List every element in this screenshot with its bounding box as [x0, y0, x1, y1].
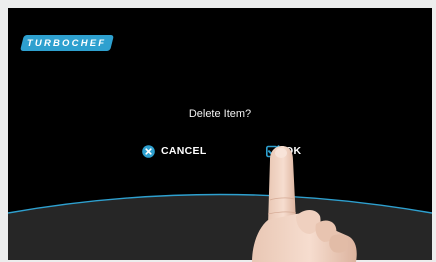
cancel-button[interactable]: CANCEL	[142, 142, 207, 160]
turbochef-logo: TURBOCHEF	[20, 35, 114, 51]
cancel-button-label: CANCEL	[161, 145, 207, 157]
checkbox-checked-icon	[266, 144, 280, 158]
ok-button-label: OK	[285, 145, 302, 157]
oven-touchscreen: TURBOCHEF Delete Item? CANCEL OK	[8, 8, 432, 260]
close-circle-icon	[142, 144, 155, 158]
ok-button[interactable]: OK	[266, 142, 301, 160]
logo-text: TURBOCHEF	[27, 37, 107, 49]
dialog-title: Delete Item?	[188, 108, 252, 120]
